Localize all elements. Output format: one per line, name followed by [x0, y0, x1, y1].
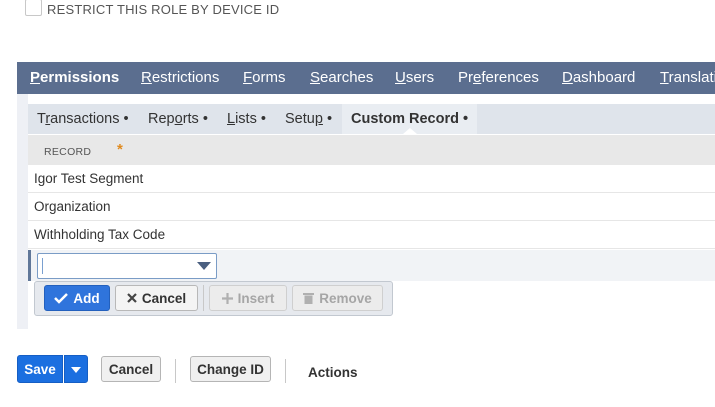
subtab-reports[interactable]: Reports • [148, 104, 208, 134]
text-cursor [42, 258, 43, 274]
record-select[interactable] [37, 253, 217, 279]
restrict-device-checkbox[interactable] [25, 0, 42, 16]
chevron-down-icon [71, 367, 81, 373]
record-header-label: RECORD [44, 146, 92, 158]
actions-menu[interactable]: Actions [308, 365, 358, 380]
trash-icon [303, 293, 315, 304]
tab-users[interactable]: Users [395, 62, 434, 94]
cancel-button[interactable]: Cancel [101, 356, 161, 382]
subtab-lists[interactable]: Lists • [227, 104, 266, 134]
tab-searches[interactable]: Searches [310, 62, 373, 94]
divider [203, 285, 204, 311]
active-tab-notch [402, 128, 417, 134]
tab-forms[interactable]: Forms [243, 62, 286, 94]
plus-icon [221, 292, 233, 304]
record-column-header: RECORD * [28, 135, 715, 165]
main-tab-bar: Permissions Restrictions Forms Searches … [17, 62, 715, 94]
sub-tab-bar: Transactions • Reports • Lists • Setup •… [28, 104, 715, 134]
change-id-button[interactable]: Change ID [190, 356, 271, 382]
save-options-button[interactable] [64, 355, 88, 383]
divider [175, 359, 176, 383]
add-line-button[interactable]: Add [44, 285, 110, 311]
subtab-custom-record[interactable]: Custom Record • [342, 104, 477, 134]
panel-edge [17, 94, 28, 329]
tab-restrictions[interactable]: Restrictions [141, 62, 219, 94]
save-button[interactable]: Save [17, 355, 63, 383]
restrict-device-row[interactable]: RESTRICT THIS ROLE BY DEVICE ID [25, 0, 280, 17]
tab-translation[interactable]: Translati [660, 62, 715, 94]
restrict-device-label: RESTRICT THIS ROLE BY DEVICE ID [47, 2, 280, 17]
tab-preferences[interactable]: Preferences [458, 62, 539, 94]
tab-permissions[interactable]: Permissions [30, 62, 119, 94]
table-row[interactable]: Organization [28, 193, 715, 221]
subtab-setup[interactable]: Setup • [285, 104, 332, 134]
close-icon [127, 293, 137, 303]
divider [285, 359, 286, 383]
insert-line-button[interactable]: Insert [209, 285, 287, 311]
subtab-transactions[interactable]: Transactions • [37, 104, 129, 134]
table-row[interactable]: Igor Test Segment [28, 165, 715, 193]
check-icon [54, 293, 69, 304]
required-marker: * [117, 141, 123, 158]
remove-line-button[interactable]: Remove [292, 285, 383, 311]
tab-dashboard[interactable]: Dashboard [562, 62, 635, 94]
table-row[interactable]: Withholding Tax Code [28, 221, 715, 249]
chevron-down-icon[interactable] [197, 262, 211, 270]
cancel-line-button[interactable]: Cancel [115, 285, 198, 311]
